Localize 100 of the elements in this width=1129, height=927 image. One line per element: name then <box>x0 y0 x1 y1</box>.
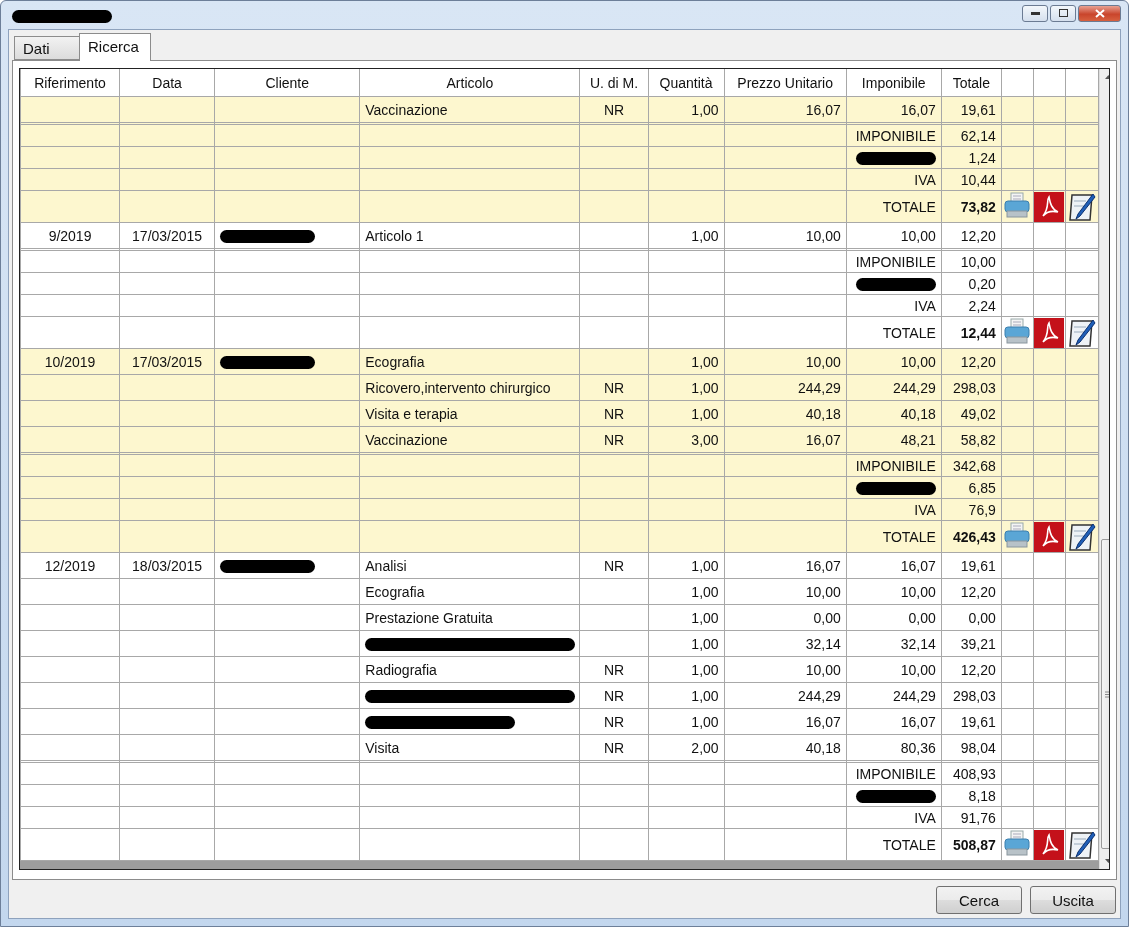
cell-text: 426,43 <box>953 528 996 545</box>
cell-text: 1,00 <box>691 353 719 370</box>
cell-text: NR <box>603 687 625 704</box>
cell-text: 19,61 <box>960 101 996 118</box>
column-header[interactable]: Imponibile <box>846 69 942 97</box>
cell-text: 10,00 <box>805 583 841 600</box>
cell-text: 12,20 <box>960 353 996 370</box>
cell-text: 62,14 <box>960 127 996 144</box>
printer-icon <box>1003 192 1032 218</box>
edit-button[interactable] <box>1066 191 1097 222</box>
cell-text: 32,14 <box>805 635 841 652</box>
cell-text: 48,21 <box>900 431 936 448</box>
pdf-button[interactable] <box>1034 829 1065 860</box>
cell-text: 0,00 <box>908 609 936 626</box>
cell-text: NR <box>603 557 625 574</box>
cell-text: 10,00 <box>900 583 936 600</box>
cell-text: 19,61 <box>960 557 996 574</box>
cell-text: 12/2019 <box>44 557 96 574</box>
cell-text: 2,00 <box>691 739 719 756</box>
grip-icon <box>1104 690 1109 698</box>
cell-text: 39,21 <box>960 635 996 652</box>
cell-text: 1,00 <box>691 405 719 422</box>
minimize-icon <box>1030 11 1040 15</box>
cell-text: 1,00 <box>691 227 719 244</box>
cell-text: 10,00 <box>900 353 936 370</box>
cell-text: 6,85 <box>968 479 996 496</box>
cell-text: NR <box>603 431 625 448</box>
cell-text: NR <box>603 379 625 396</box>
cell-text: IVA <box>914 501 936 518</box>
cell-text: 0,00 <box>968 609 996 626</box>
column-header[interactable]: Prezzo Unitario <box>724 69 847 97</box>
cell-text: 0,00 <box>813 609 841 626</box>
horizontal-scrollbar[interactable] <box>20 861 1099 869</box>
cell-text: 298,03 <box>953 687 996 704</box>
cell-text: NR <box>603 739 625 756</box>
cell-text: 40,18 <box>805 405 841 422</box>
cell-text: 3,00 <box>691 431 719 448</box>
column-header[interactable]: U. di M. <box>580 69 649 97</box>
minimize-button[interactable] <box>1022 4 1048 22</box>
pdf-button[interactable] <box>1034 521 1065 552</box>
cell-text: 10,00 <box>900 661 936 678</box>
cell-text: Ricovero,intervento chirurgico <box>365 379 551 396</box>
cell-text: 10/2019 <box>44 353 96 370</box>
maximize-icon <box>1058 9 1068 17</box>
edit-button[interactable] <box>1066 521 1097 552</box>
edit-button[interactable] <box>1066 829 1097 860</box>
column-header[interactable]: Data <box>119 69 215 97</box>
column-header[interactable]: Articolo <box>359 69 580 97</box>
cell-text: 12,20 <box>960 227 996 244</box>
cell-text: IMPONIBILE <box>855 127 936 144</box>
cell-text: Radiografia <box>365 661 437 678</box>
cell-text: 1,00 <box>691 557 719 574</box>
edit-icon <box>1067 829 1096 860</box>
cell-text: TOTALE <box>882 528 936 545</box>
cell-text: Ecografia <box>365 583 425 600</box>
cell-text: 76,9 <box>968 501 996 518</box>
close-button[interactable] <box>1078 4 1121 22</box>
cell-text: 19,61 <box>960 713 996 730</box>
cell-text: Vaccinazione <box>365 101 448 118</box>
cell-text: Prestazione Gratuita <box>365 609 493 626</box>
tab[interactable]: Dati <box>14 36 80 60</box>
action-button[interactable]: Cerca <box>936 886 1022 914</box>
cell-text: 91,76 <box>960 809 996 826</box>
cell-text: 18/03/2015 <box>132 557 203 574</box>
cell-text: 1,00 <box>691 713 719 730</box>
cell-text: TOTALE <box>882 324 936 341</box>
cell-text: 98,04 <box>960 739 996 756</box>
cell-text: 16,07 <box>900 101 936 118</box>
cell-text: Visita e terapia <box>365 405 458 422</box>
cell-text: IMPONIBILE <box>855 765 936 782</box>
cell-text: Ecografia <box>365 353 425 370</box>
cell-text: IVA <box>914 171 936 188</box>
cell-text: 10,00 <box>900 227 936 244</box>
cell-text: 244,29 <box>797 379 841 396</box>
pdf-button[interactable] <box>1034 191 1065 222</box>
edit-icon <box>1067 521 1096 552</box>
pdf-button[interactable] <box>1034 317 1065 348</box>
cell-text: 1,00 <box>691 379 719 396</box>
cell-text: 10,00 <box>805 661 841 678</box>
tab[interactable]: Ricerca <box>79 33 151 61</box>
cell-text: 16,07 <box>900 557 936 574</box>
column-header[interactable]: Riferimento <box>20 69 120 97</box>
cell-text: Visita <box>365 739 400 756</box>
cell-text: 10,00 <box>805 227 841 244</box>
cell-text: IVA <box>914 297 936 314</box>
cell-text: 49,02 <box>960 405 996 422</box>
cell-text: 2,24 <box>968 297 996 314</box>
edit-button[interactable] <box>1066 317 1097 348</box>
cell-text: 342,68 <box>953 457 996 474</box>
cell-text: 32,14 <box>900 635 936 652</box>
maximize-button[interactable] <box>1050 4 1076 22</box>
column-header[interactable]: Cliente <box>214 69 360 97</box>
action-button[interactable]: Uscita <box>1030 886 1116 914</box>
scroll-up-icon <box>1104 75 1109 79</box>
column-header[interactable]: Quantità <box>648 69 725 97</box>
printer-icon <box>1003 522 1032 548</box>
cell-text: NR <box>603 405 625 422</box>
edit-icon <box>1067 317 1096 348</box>
cell-text: 12,20 <box>960 661 996 678</box>
column-header[interactable]: Totale <box>941 69 1002 97</box>
